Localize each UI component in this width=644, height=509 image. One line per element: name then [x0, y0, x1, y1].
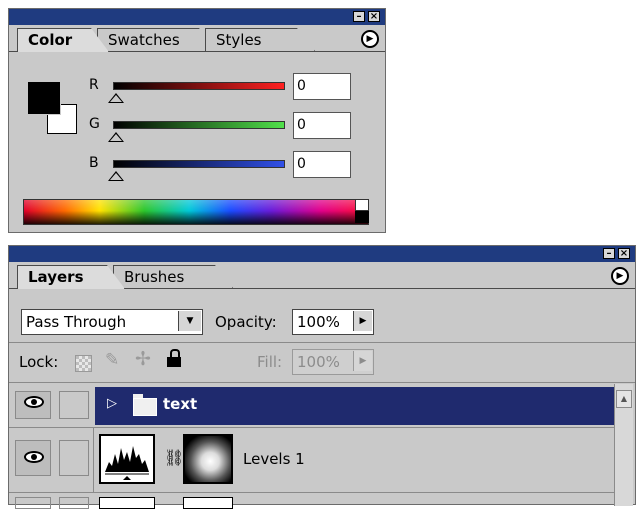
link-cell[interactable]: [59, 391, 89, 419]
opacity-field[interactable]: 100% ▶: [292, 309, 374, 335]
channel-label-g: G: [89, 116, 100, 132]
histogram-icon: [105, 446, 149, 480]
layer-name[interactable]: Levels 1: [243, 450, 305, 468]
layers-panel: – × Layers Brushes ▶ Pass Through ▼ Opac…: [8, 245, 636, 509]
scroll-up-icon[interactable]: ▲: [616, 390, 632, 408]
red-value-field[interactable]: 0: [293, 73, 351, 100]
layer-mask-thumbnail[interactable]: [183, 434, 233, 484]
layers-tab-row: Layers Brushes ▶: [9, 263, 635, 289]
minimize-icon[interactable]: –: [353, 11, 365, 22]
levels-adjustment-thumbnail[interactable]: [99, 434, 155, 484]
link-icon[interactable]: ⛓: [164, 448, 184, 467]
color-panel: – × Color Swatches Styles ▶ R 0 G 0 B 0: [8, 8, 386, 233]
close-icon[interactable]: ×: [618, 248, 630, 259]
layers-panel-titlebar[interactable]: – ×: [9, 246, 635, 262]
blue-value-field[interactable]: 0: [293, 151, 351, 178]
disclosure-triangle-icon[interactable]: ▷: [107, 396, 117, 411]
link-cell[interactable]: [59, 440, 89, 476]
folder-icon: [133, 394, 157, 416]
layer-name[interactable]: text: [163, 395, 197, 413]
eye-icon[interactable]: [24, 396, 44, 408]
divider: [9, 342, 635, 343]
channel-label-r: R: [89, 77, 99, 93]
fill-label: Fill:: [257, 353, 283, 371]
green-slider-track[interactable]: [113, 121, 285, 129]
layer-thumbnail[interactable]: [183, 497, 233, 509]
layer-row-levels[interactable]: ⛓ Levels 1: [9, 427, 615, 492]
eye-icon[interactable]: [24, 451, 44, 463]
blend-mode-select[interactable]: Pass Through ▼: [21, 309, 203, 335]
layer-row-text[interactable]: ▷ text: [9, 384, 615, 426]
opacity-label: Opacity:: [215, 313, 277, 331]
blue-slider-track[interactable]: [113, 160, 285, 168]
fill-popup-arrow-icon: ▶: [353, 351, 372, 371]
layer-selection-highlight: ▷ text: [95, 387, 615, 425]
divider: [93, 428, 94, 492]
visibility-cell[interactable]: [15, 497, 51, 509]
color-ramp-black[interactable]: [355, 211, 369, 223]
link-cell[interactable]: [59, 497, 89, 509]
color-panel-titlebar[interactable]: – ×: [9, 9, 385, 25]
lock-move-icon[interactable]: ✢: [135, 348, 151, 370]
fill-field: 100% ▶: [292, 349, 374, 375]
channel-label-b: B: [89, 155, 99, 171]
divider: [9, 382, 635, 383]
lock-label: Lock:: [19, 353, 59, 371]
green-value-field[interactable]: 0: [293, 112, 351, 139]
tab-swatches[interactable]: Swatches: [97, 28, 217, 51]
red-slider-thumb[interactable]: [108, 93, 124, 103]
foreground-color-swatch[interactable]: [28, 82, 60, 114]
lock-paint-icon[interactable]: ✎: [105, 350, 119, 370]
color-ramp[interactable]: [23, 199, 369, 225]
close-icon[interactable]: ×: [368, 11, 380, 22]
visibility-cell[interactable]: [15, 440, 51, 476]
green-slider-thumb[interactable]: [108, 132, 124, 142]
opacity-popup-arrow-icon[interactable]: ▶: [353, 311, 372, 331]
panel-menu-icon[interactable]: ▶: [361, 30, 379, 48]
chevron-down-icon[interactable]: ▼: [178, 311, 201, 331]
color-tab-row: Color Swatches Styles ▶: [9, 26, 385, 52]
layers-scrollbar[interactable]: ▲: [614, 384, 633, 506]
tab-brushes[interactable]: Brushes: [113, 265, 233, 288]
lock-transparency-icon[interactable]: [75, 355, 92, 372]
red-slider-track[interactable]: [113, 82, 285, 90]
minimize-icon[interactable]: –: [603, 248, 615, 259]
tab-color[interactable]: Color: [17, 28, 109, 52]
tab-styles[interactable]: Styles: [205, 28, 315, 51]
panel-menu-icon[interactable]: ▶: [611, 267, 629, 285]
visibility-cell[interactable]: [15, 391, 51, 419]
color-ramp-white[interactable]: [355, 199, 369, 211]
tab-layers[interactable]: Layers: [17, 265, 125, 289]
lock-all-icon[interactable]: [167, 349, 181, 367]
blue-slider-thumb[interactable]: [108, 171, 124, 181]
layer-thumbnail[interactable]: [99, 497, 155, 509]
